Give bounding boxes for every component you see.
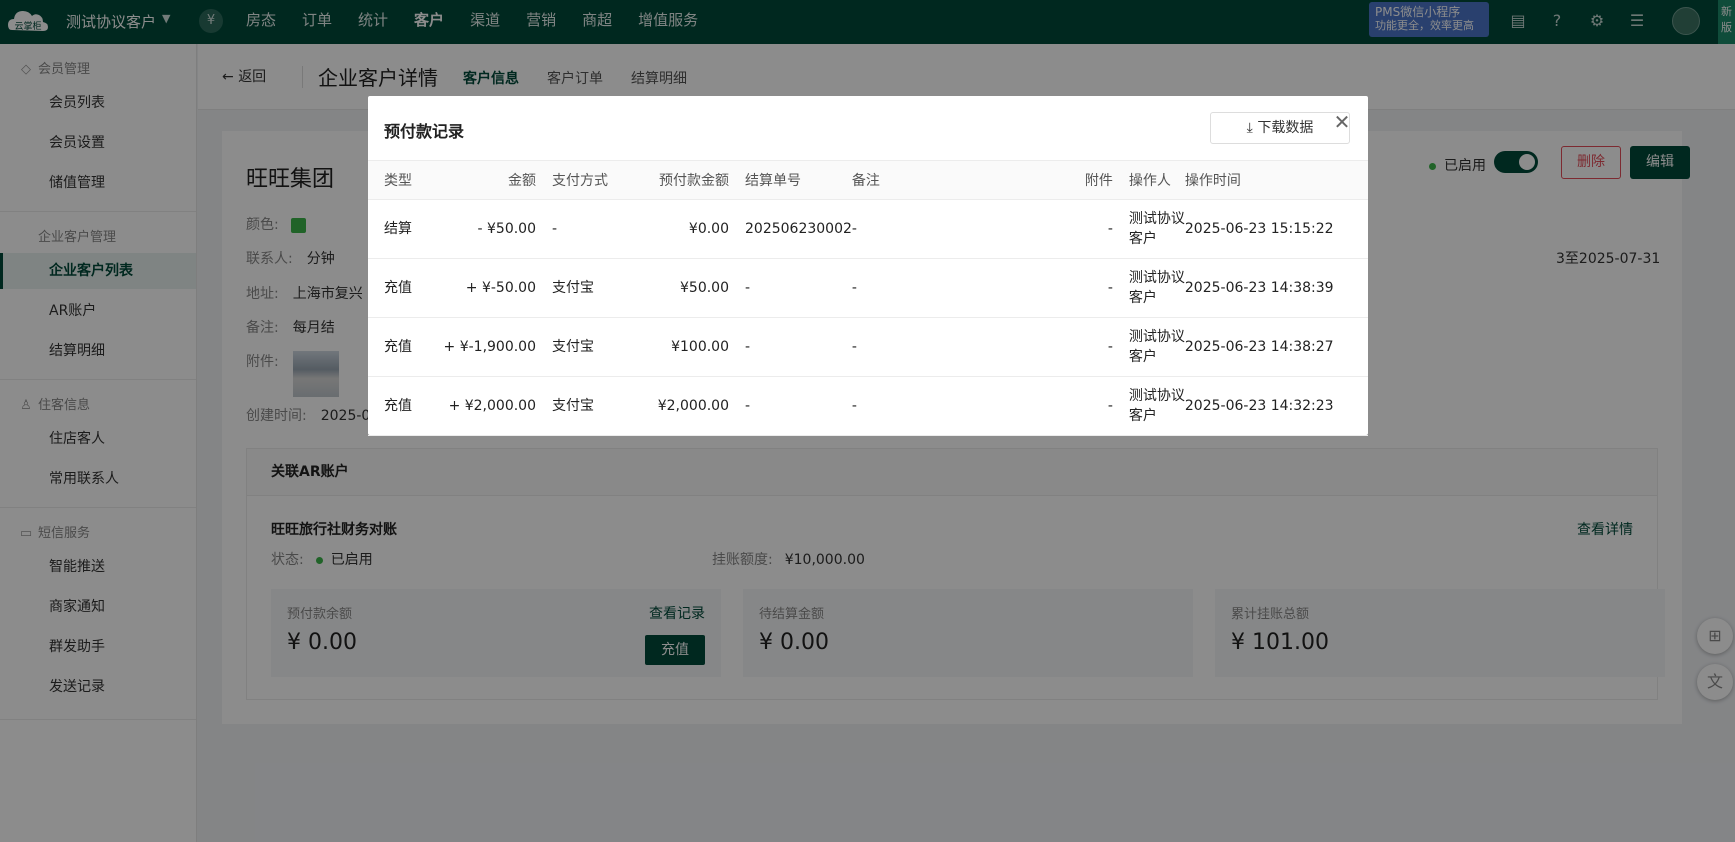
cell-type: 结算 bbox=[368, 199, 436, 259]
cell-attachment: - bbox=[1074, 376, 1113, 436]
cell-type: 充值 bbox=[368, 376, 436, 436]
cell-note: - bbox=[851, 376, 1075, 436]
cell-time: 2025-06-23 14:32:23 bbox=[1184, 376, 1368, 436]
col-operator: 操作人 bbox=[1112, 160, 1185, 200]
cell-type: 充值 bbox=[368, 317, 436, 377]
modal-title: 预付款记录 bbox=[384, 122, 465, 141]
cell-operator: 测试协议客户 bbox=[1112, 199, 1185, 259]
cell-time: 2025-06-23 14:38:27 bbox=[1184, 317, 1368, 377]
download-button[interactable]: ⤓ 下载数据 bbox=[1210, 112, 1350, 144]
cell-time: 2025-06-23 14:38:39 bbox=[1184, 258, 1368, 318]
cell-note: - bbox=[851, 199, 1075, 259]
cell-amount: + ¥2,000.00 bbox=[436, 376, 536, 436]
download-label: 下载数据 bbox=[1257, 120, 1314, 136]
prepaid-records-modal: 预付款记录 ⤓ 下载数据 ✕ 类型 金额 支付方式 预付款金额 结算单号 备注 … bbox=[368, 96, 1368, 436]
cell-attachment: - bbox=[1074, 258, 1113, 318]
cell-operator: 测试协议客户 bbox=[1112, 376, 1185, 436]
cell-settlement-no: - bbox=[729, 376, 852, 436]
cell-prepaid: ¥100.00 bbox=[633, 317, 729, 377]
table-row: 充值 + ¥-50.00 支付宝 ¥50.00 - - - 测试协议客户 202… bbox=[368, 258, 1368, 318]
table-header-row: 类型 金额 支付方式 预付款金额 结算单号 备注 附件 操作人 操作时间 bbox=[368, 160, 1368, 200]
cell-payment: 支付宝 bbox=[536, 317, 633, 377]
table-row: 充值 + ¥2,000.00 支付宝 ¥2,000.00 - - - 测试协议客… bbox=[368, 376, 1368, 436]
cell-payment: 支付宝 bbox=[536, 376, 633, 436]
records-table: 类型 金额 支付方式 预付款金额 结算单号 备注 附件 操作人 操作时间 结算 … bbox=[368, 160, 1368, 436]
cell-note: - bbox=[851, 258, 1075, 318]
col-settlement-no: 结算单号 bbox=[729, 160, 852, 200]
cell-amount: - ¥50.00 bbox=[436, 199, 536, 259]
cell-type: 充值 bbox=[368, 258, 436, 318]
cell-amount: + ¥-1,900.00 bbox=[436, 317, 536, 377]
cell-payment: 支付宝 bbox=[536, 258, 633, 318]
col-attachment: 附件 bbox=[1074, 160, 1113, 200]
table-row: 充值 + ¥-1,900.00 支付宝 ¥100.00 - - - 测试协议客户… bbox=[368, 317, 1368, 377]
cell-attachment: - bbox=[1074, 199, 1113, 259]
col-amount: 金额 bbox=[436, 160, 536, 200]
close-icon[interactable]: ✕ bbox=[1332, 112, 1352, 132]
cell-prepaid: ¥50.00 bbox=[633, 258, 729, 318]
cell-prepaid: ¥2,000.00 bbox=[633, 376, 729, 436]
cell-settlement-no: 202506230002 bbox=[729, 199, 852, 259]
col-payment: 支付方式 bbox=[536, 160, 633, 200]
cell-attachment: - bbox=[1074, 317, 1113, 377]
cell-time: 2025-06-23 15:15:22 bbox=[1184, 199, 1368, 259]
cell-amount: + ¥-50.00 bbox=[436, 258, 536, 318]
download-icon: ⤓ bbox=[1246, 120, 1253, 136]
cell-operator: 测试协议客户 bbox=[1112, 317, 1185, 377]
cell-operator: 测试协议客户 bbox=[1112, 258, 1185, 318]
cell-prepaid: ¥0.00 bbox=[633, 199, 729, 259]
table-row: 结算 - ¥50.00 - ¥0.00 202506230002 - - 测试协… bbox=[368, 199, 1368, 259]
cell-note: - bbox=[851, 317, 1075, 377]
col-prepaid: 预付款金额 bbox=[633, 160, 729, 200]
cell-settlement-no: - bbox=[729, 258, 852, 318]
cell-payment: - bbox=[536, 199, 633, 259]
col-type: 类型 bbox=[368, 160, 436, 200]
col-note: 备注 bbox=[851, 160, 1075, 200]
col-time: 操作时间 bbox=[1184, 160, 1368, 200]
cell-settlement-no: - bbox=[729, 317, 852, 377]
